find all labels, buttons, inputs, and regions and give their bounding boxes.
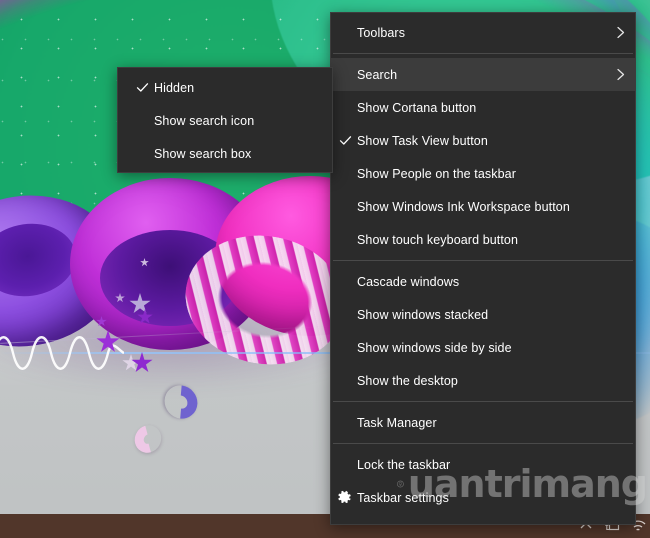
menu-separator (333, 401, 633, 402)
search-submenu[interactable]: Hidden Show search icon Show search box (117, 67, 333, 173)
taskbar-context-menu[interactable]: Toolbars Search Show Cortana button Show Ta… (330, 12, 636, 525)
menu-item-label: Show Task View button (357, 133, 488, 148)
menu-item-label: Show Cortana button (357, 100, 477, 115)
menu-item-show-people-on-the-taskbar[interactable]: Show People on the taskbar (331, 157, 635, 190)
menu-separator (333, 53, 633, 54)
menu-item-show-search-box[interactable]: Show search box (118, 137, 332, 170)
check-icon (134, 80, 150, 96)
menu-item-cascade-windows[interactable]: Cascade windows (331, 265, 635, 298)
chevron-right-icon[interactable] (613, 26, 627, 40)
menu-item-show-touch-keyboard-button[interactable]: Show touch keyboard button (331, 223, 635, 256)
menu-item-task-manager[interactable]: Task Manager (331, 406, 635, 439)
menu-item-label: Show search icon (154, 113, 255, 128)
menu-item-label: Show touch keyboard button (357, 232, 519, 247)
gear-icon (335, 489, 353, 507)
menu-item-label: Show the desktop (357, 373, 458, 388)
menu-item-show-windows-side-by-side[interactable]: Show windows side by side (331, 331, 635, 364)
menu-item-label: Hidden (154, 80, 195, 95)
chevron-right-icon[interactable] (613, 68, 627, 82)
menu-item-show-the-desktop[interactable]: Show the desktop (331, 364, 635, 397)
menu-separator (333, 260, 633, 261)
menu-item-show-windows-stacked[interactable]: Show windows stacked (331, 298, 635, 331)
menu-item-label: Search (357, 67, 398, 82)
menu-item-label: Cascade windows (357, 274, 460, 289)
menu-item-search[interactable]: Search (331, 58, 635, 91)
menu-item-label: Lock the taskbar (357, 457, 451, 472)
menu-item-label: Toolbars (357, 25, 406, 40)
menu-item-label: Task Manager (357, 415, 437, 430)
check-icon (337, 133, 353, 149)
menu-item-label: Show search box (154, 146, 252, 161)
menu-item-show-task-view-button[interactable]: Show Task View button (331, 124, 635, 157)
menu-item-label: Show Windows Ink Workspace button (357, 199, 570, 214)
screen: Toolbars Search Show Cortana button Show Ta… (0, 0, 650, 538)
menu-item-label: Show windows stacked (357, 307, 489, 322)
menu-item-label: Taskbar settings (357, 490, 449, 505)
menu-item-show-cortana-button[interactable]: Show Cortana button (331, 91, 635, 124)
menu-item-label: Show windows side by side (357, 340, 512, 355)
menu-item-toolbars[interactable]: Toolbars (331, 16, 635, 49)
menu-separator (333, 443, 633, 444)
menu-item-show-windows-ink-workspace-button[interactable]: Show Windows Ink Workspace button (331, 190, 635, 223)
menu-item-label: Show People on the taskbar (357, 166, 516, 181)
menu-item-show-search-icon[interactable]: Show search icon (118, 104, 332, 137)
menu-item-hidden[interactable]: Hidden (118, 71, 332, 104)
menu-item-lock-the-taskbar[interactable]: Lock the taskbar (331, 448, 635, 481)
wallpaper-sine-wave (0, 336, 124, 370)
menu-item-taskbar-settings[interactable]: Taskbar settings (331, 481, 635, 514)
